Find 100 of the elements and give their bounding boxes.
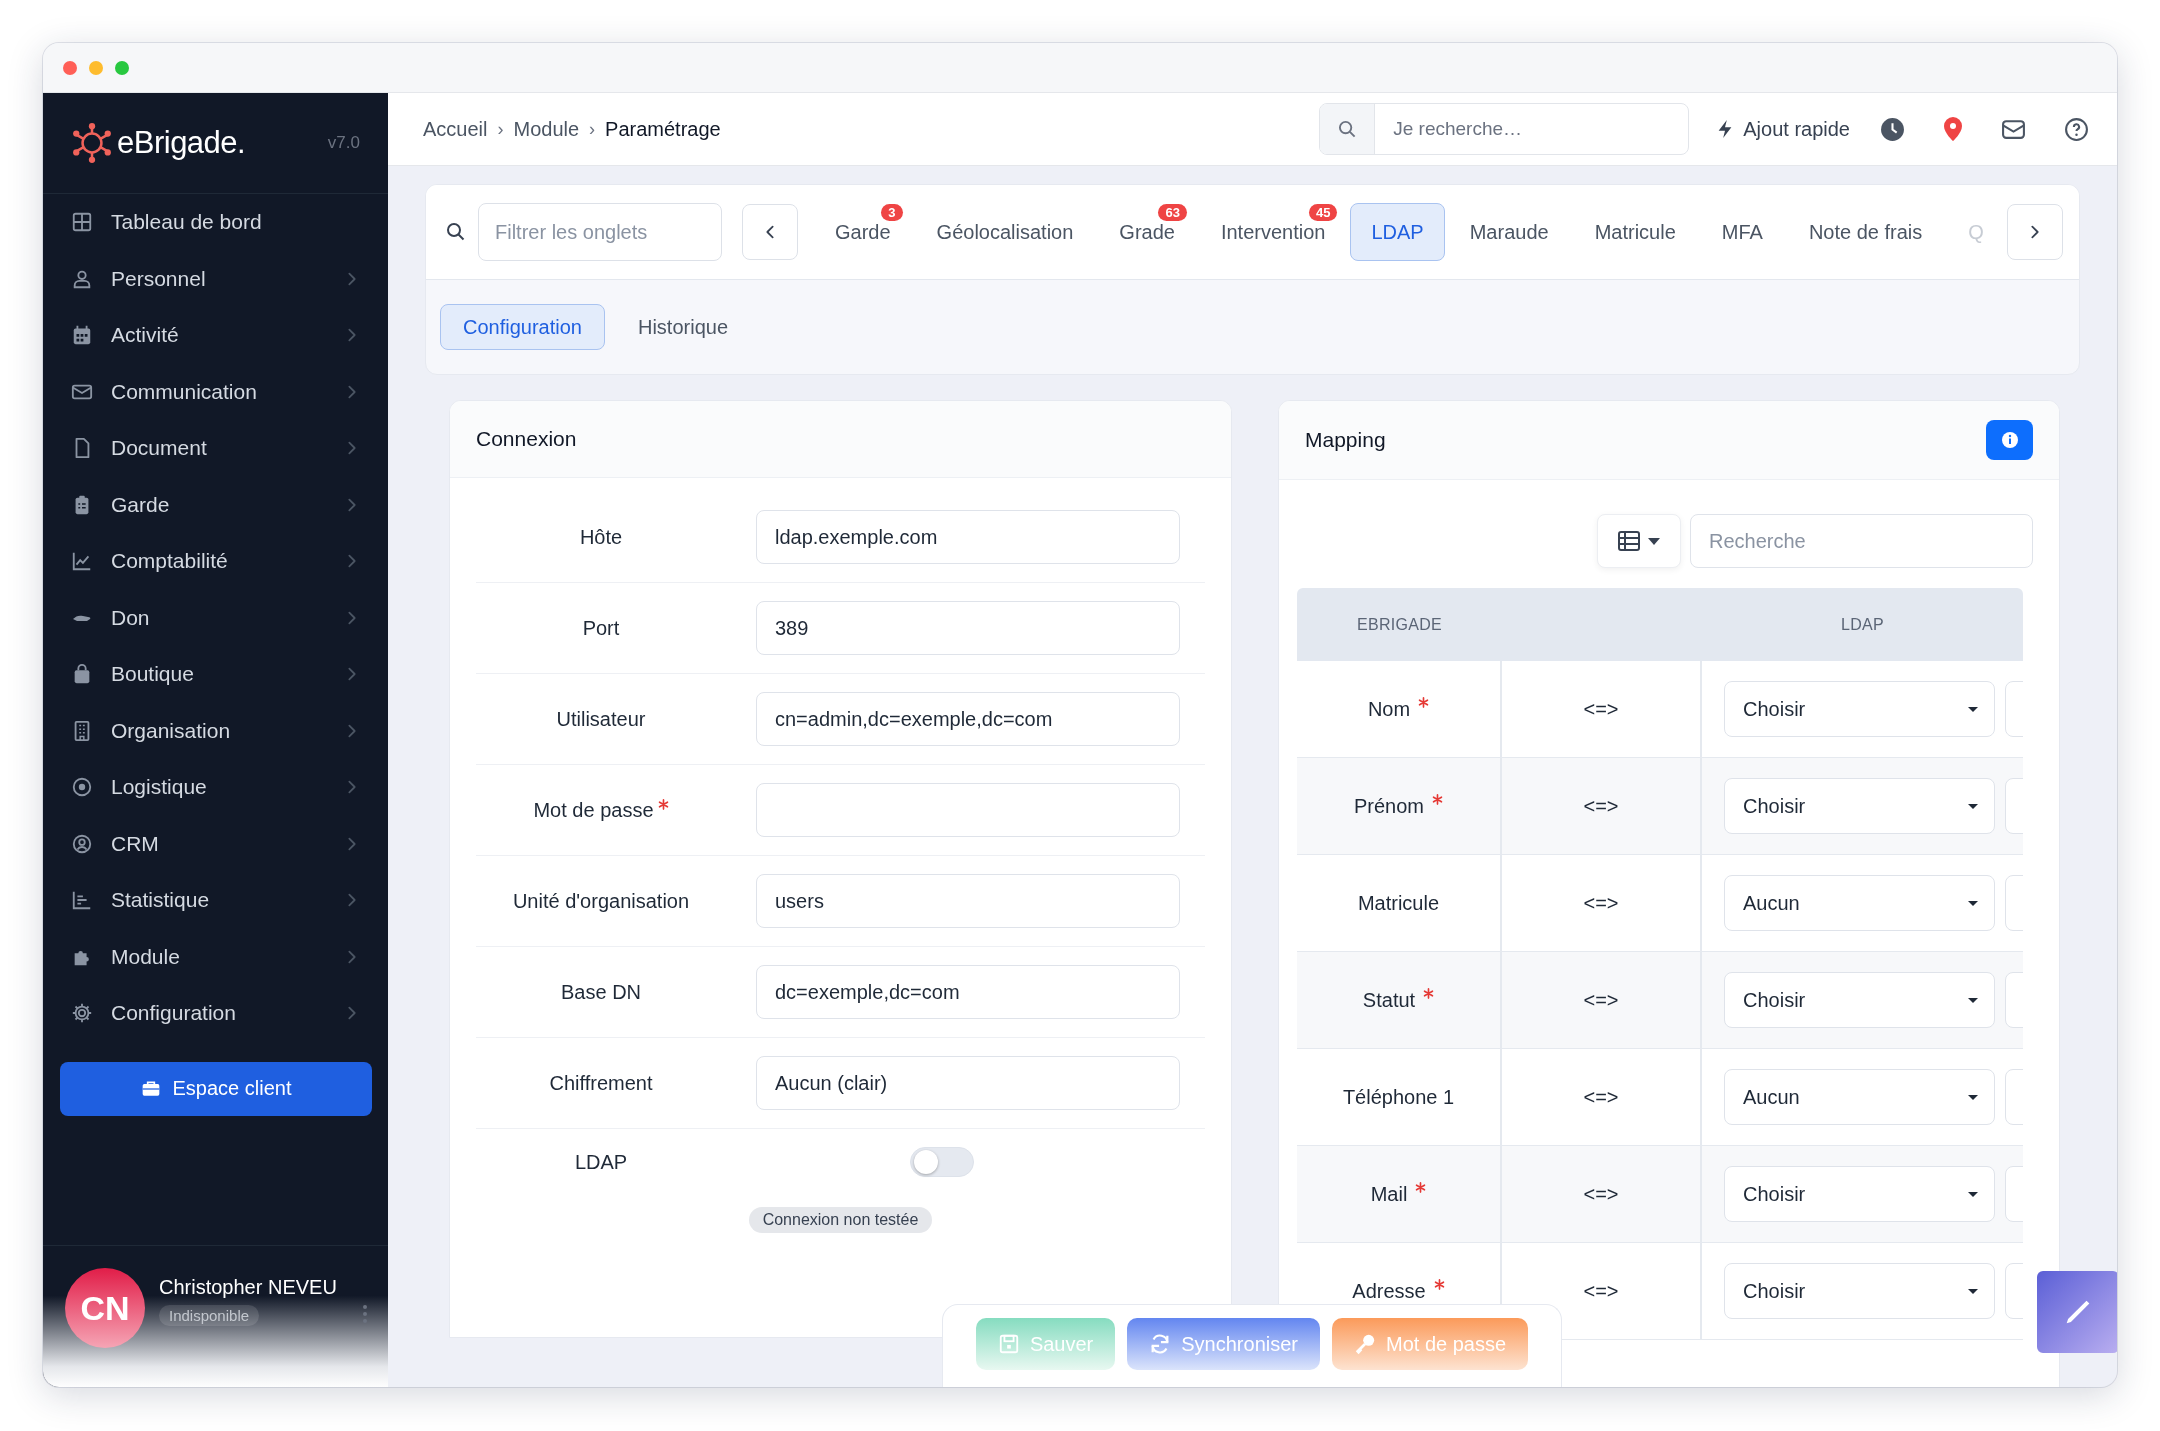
calendar-icon bbox=[71, 324, 93, 347]
field-name: Statut bbox=[1362, 988, 1416, 1012]
search-field[interactable]: Recherche bbox=[1690, 514, 2033, 568]
scroll-left-button[interactable] bbox=[742, 204, 798, 260]
edit-button[interactable] bbox=[2037, 1271, 2117, 1353]
map-pin-icon[interactable] bbox=[1943, 117, 1963, 141]
breadcrumb-link[interactable]: Module bbox=[513, 117, 580, 141]
module-tab[interactable]: LDAP bbox=[1350, 203, 1445, 261]
mapping-symbol: <=> bbox=[1583, 697, 1619, 721]
module-tab[interactable]: Note de frais bbox=[1787, 203, 1944, 261]
breadcrumb-current: Paramétrage bbox=[605, 117, 721, 141]
toggle-switch[interactable] bbox=[910, 1147, 974, 1177]
sidebar-item[interactable]: Personnel bbox=[43, 250, 388, 307]
search-icon bbox=[1337, 119, 1357, 139]
bar-list-icon bbox=[71, 889, 93, 912]
mapping-symbol: <=> bbox=[1583, 1279, 1619, 1303]
select-field[interactable]: Choisir bbox=[1724, 778, 1995, 834]
sidebar-item[interactable]: Organisation bbox=[43, 702, 388, 759]
client-space-button[interactable]: Espace client bbox=[60, 1061, 372, 1116]
module-tab[interactable]: Géolocalisation bbox=[915, 203, 1095, 261]
sidebar-item[interactable]: Don bbox=[43, 589, 388, 646]
sidebar-item[interactable]: Configuration bbox=[43, 985, 388, 1042]
status-badge: Connexion non testée bbox=[748, 1207, 933, 1233]
breadcrumb-separator: › bbox=[497, 118, 504, 140]
more-icon[interactable] bbox=[362, 1304, 368, 1324]
caret-icon bbox=[1968, 706, 1978, 712]
key-icon bbox=[1354, 1333, 1376, 1355]
table-icon bbox=[1618, 530, 1640, 552]
sidebar-item[interactable]: Garde bbox=[43, 476, 388, 533]
sidebar-item[interactable]: Logistique bbox=[43, 759, 388, 816]
caret-icon bbox=[1968, 1094, 1978, 1100]
card-title: Connexion bbox=[450, 401, 1231, 478]
hand-icon bbox=[71, 613, 93, 622]
module-tab[interactable]: Grade 63 bbox=[1098, 203, 1196, 261]
tab-filter-field[interactable]: Filtrer les onglets bbox=[478, 203, 722, 261]
select-field[interactable]: Aucun bbox=[1724, 1069, 1995, 1125]
info-button[interactable] bbox=[1986, 420, 2033, 460]
module-tab[interactable]: Intervention 45 bbox=[1199, 203, 1347, 261]
sidebar-item[interactable]: Module bbox=[43, 928, 388, 985]
mapping-symbol: <=> bbox=[1583, 988, 1619, 1012]
module-tab[interactable]: Garde 3 bbox=[814, 203, 912, 261]
window-control-icon[interactable] bbox=[89, 60, 103, 75]
info-icon bbox=[2000, 431, 2019, 449]
quick-add-link[interactable]: Ajout rapide bbox=[1715, 117, 1850, 141]
dashboard-icon bbox=[71, 211, 93, 234]
sub-tab[interactable]: Configuration bbox=[440, 304, 605, 350]
breadcrumb-link[interactable]: Accueil bbox=[423, 117, 488, 141]
sidebar-item[interactable]: Boutique bbox=[43, 646, 388, 703]
mapping-symbol: <=> bbox=[1583, 1085, 1619, 1109]
text-field[interactable]: ldap.exemple.com bbox=[756, 510, 1180, 564]
field-label: LDAP bbox=[574, 1150, 628, 1174]
search-icon bbox=[446, 222, 466, 242]
sidebar-item[interactable]: Tableau de bord bbox=[43, 194, 388, 251]
count-badge: 63 bbox=[1158, 204, 1187, 221]
select-field[interactable]: Choisir bbox=[1724, 681, 1995, 737]
mapping-symbol: <=> bbox=[1583, 794, 1619, 818]
count-badge: 45 bbox=[1309, 204, 1338, 221]
window-control-icon[interactable] bbox=[63, 60, 77, 75]
field-name: Téléphone 1 bbox=[1342, 1085, 1455, 1109]
module-tab[interactable]: Matricule bbox=[1573, 203, 1697, 261]
sidebar-item[interactable]: Communication bbox=[43, 363, 388, 420]
mapping-symbol: <=> bbox=[1583, 1182, 1619, 1206]
sub-tab[interactable]: Historique bbox=[614, 304, 751, 350]
text-field[interactable]: dc=exemple,dc=com bbox=[756, 965, 1180, 1019]
help-icon[interactable] bbox=[2064, 116, 2089, 142]
sidebar-item[interactable]: Activité bbox=[43, 307, 388, 364]
select-field[interactable]: Choisir bbox=[1724, 1263, 1995, 1319]
column-header: EBRIGADE bbox=[1355, 615, 1444, 634]
module-tab[interactable]: MFA bbox=[1700, 203, 1784, 261]
text-field[interactable]: users bbox=[756, 874, 1180, 928]
text-field[interactable]: 389 bbox=[756, 601, 1180, 655]
window-control-icon[interactable] bbox=[115, 60, 129, 75]
version-label: v7.0 bbox=[327, 133, 360, 153]
target-icon bbox=[71, 776, 93, 799]
mapping-symbol: <=> bbox=[1583, 891, 1619, 915]
caret-icon bbox=[1968, 997, 1978, 1003]
caret-icon bbox=[1968, 1191, 1978, 1197]
breadcrumb-separator: › bbox=[589, 118, 596, 140]
select-field[interactable]: Choisir bbox=[1724, 972, 1995, 1028]
select-field[interactable]: Choisir bbox=[1724, 1166, 1995, 1222]
card-title: Mapping bbox=[1305, 428, 1386, 452]
field-label: Port bbox=[582, 616, 620, 640]
field-label: Chiffrement bbox=[549, 1071, 653, 1095]
text-field[interactable]: cn=admin,dc=exemple,dc=com bbox=[756, 692, 1180, 746]
caret-icon bbox=[1968, 900, 1978, 906]
scroll-right-button[interactable] bbox=[2007, 204, 2063, 260]
sidebar-item[interactable]: Statistique bbox=[43, 872, 388, 929]
user-status: Indisponible bbox=[159, 1305, 260, 1326]
caret-icon bbox=[1968, 1288, 1978, 1294]
sidebar-item[interactable]: Document bbox=[43, 420, 388, 477]
select-field[interactable]: Aucun bbox=[1724, 875, 1995, 931]
search-field[interactable]: Je recherche… bbox=[1319, 103, 1690, 155]
clock-icon[interactable] bbox=[1880, 116, 1905, 142]
text-field[interactable] bbox=[756, 783, 1180, 837]
field-name: Mail bbox=[1370, 1182, 1408, 1206]
sidebar-item[interactable]: CRM bbox=[43, 815, 388, 872]
module-tab[interactable]: Maraude bbox=[1448, 203, 1570, 261]
text-field[interactable]: Aucun (clair) bbox=[756, 1056, 1180, 1110]
sidebar-item[interactable]: Comptabilité bbox=[43, 533, 388, 590]
columns-button[interactable] bbox=[1597, 514, 1681, 568]
